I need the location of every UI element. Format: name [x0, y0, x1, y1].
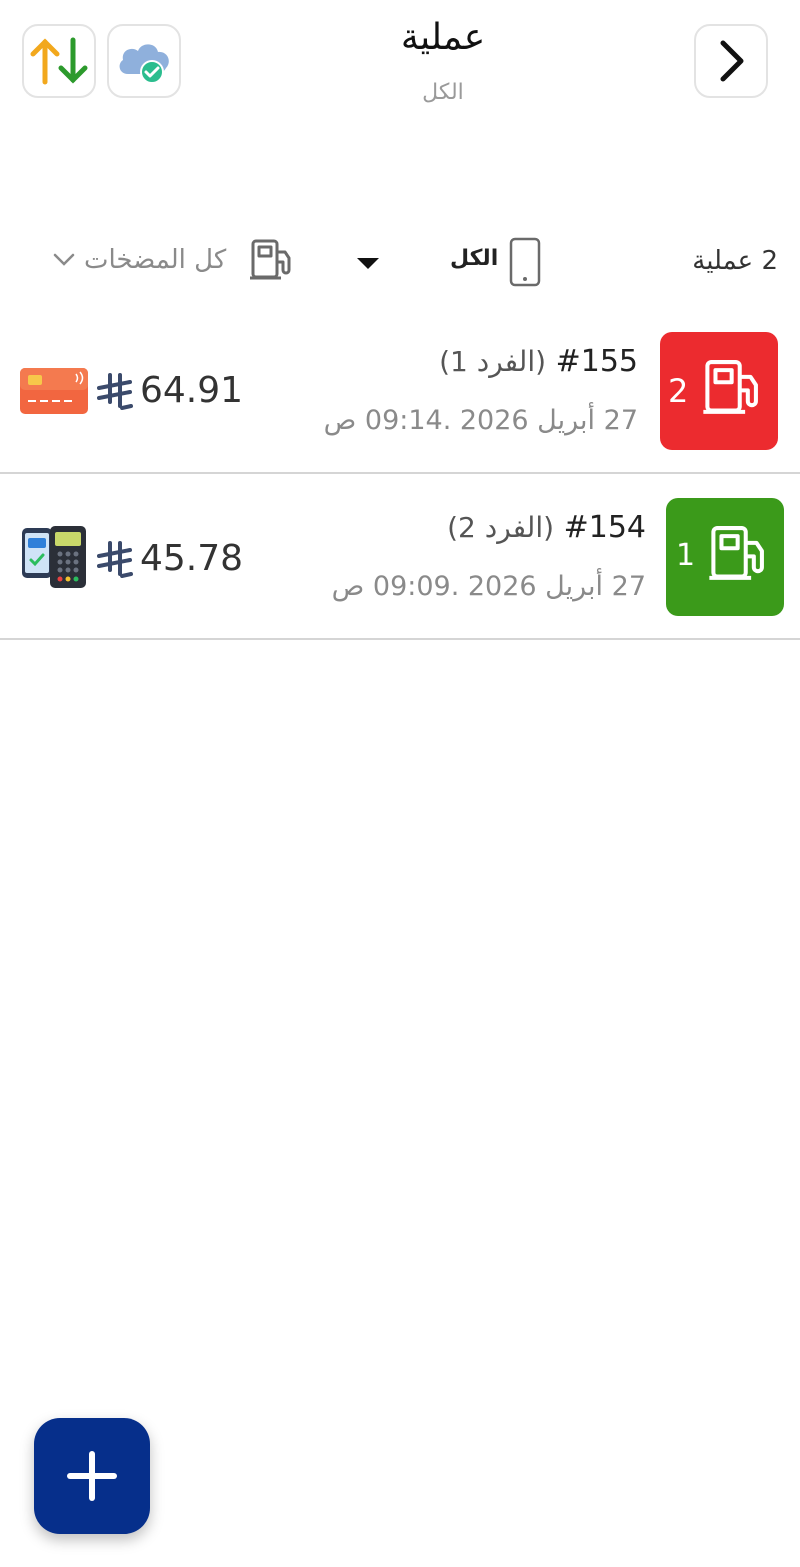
riyal-currency-icon	[97, 540, 133, 578]
shift-label: (الفرد 2)	[447, 511, 555, 544]
chevron-down-icon[interactable]	[52, 252, 76, 268]
transaction-date: 27 أبريل 2026 .09:14 ص	[323, 405, 638, 436]
device-filter-label[interactable]: الكل	[450, 246, 498, 271]
transaction-row[interactable]: 1 #154 (الفرد 2) 27 أبريل 2026 .09:09 ص	[0, 476, 800, 640]
pump-number: 2	[668, 372, 689, 410]
transaction-date: 27 أبريل 2026 .09:09 ص	[331, 571, 646, 602]
plus-icon	[67, 1451, 117, 1501]
transaction-count: 2 عملية	[692, 246, 778, 276]
amount-value: 64.91	[140, 370, 244, 411]
cloud-check-icon	[119, 44, 169, 84]
fuel-pump-icon	[703, 360, 758, 414]
transaction-title: #155 (الفرد 1)	[439, 344, 638, 379]
transactions-screen: عملية الكل 2 عملية الكل كل المضخات 2 #15…	[0, 0, 800, 1567]
cloud-sync-button[interactable]	[107, 24, 181, 98]
transaction-amount: 45.78	[96, 538, 243, 579]
riyal-currency-icon	[97, 372, 133, 410]
page-title: عملية	[400, 17, 486, 58]
fuel-pump-icon	[709, 526, 764, 580]
forward-button[interactable]	[694, 24, 768, 98]
transaction-amount: 64.91	[96, 370, 243, 411]
fuel-pump-icon	[250, 239, 291, 280]
shift-label: (الفرد 1)	[439, 345, 547, 378]
add-transaction-button[interactable]	[34, 1418, 150, 1534]
pump-badge: 1	[666, 498, 784, 616]
pos-terminal-icon	[22, 526, 86, 588]
up-down-arrows-icon	[30, 37, 88, 85]
caret-down-icon[interactable]	[357, 258, 379, 269]
credit-card-icon	[20, 368, 88, 414]
chevron-right-icon	[720, 40, 744, 82]
sync-button[interactable]	[22, 24, 96, 98]
pump-number: 1	[676, 538, 696, 573]
amount-value: 45.78	[140, 538, 244, 579]
pump-filter-label[interactable]: كل المضخات	[84, 245, 226, 275]
transaction-id: #155	[555, 344, 638, 379]
transaction-row[interactable]: 2 #155 (الفرد 1) 27 أبريل 2026 .09:14 ص	[0, 310, 800, 474]
pump-badge: 2	[660, 332, 778, 450]
transaction-id: #154	[563, 510, 646, 545]
page-subtitle: الكل	[422, 80, 464, 105]
filter-bar: 2 عملية الكل كل المضخات	[0, 232, 800, 292]
transaction-title: #154 (الفرد 2)	[447, 510, 646, 545]
phone-icon	[509, 237, 541, 287]
